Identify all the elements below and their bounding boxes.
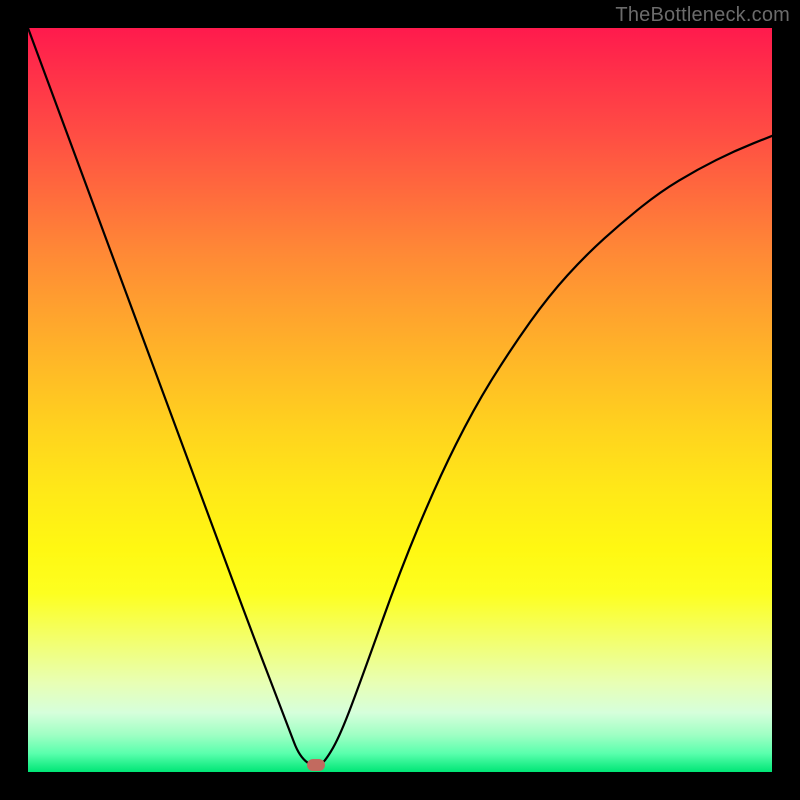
chart-frame: TheBottleneck.com [0,0,800,800]
plot-area [28,28,772,772]
curve-svg [28,28,772,772]
watermark-text: TheBottleneck.com [615,4,790,27]
optimal-point-marker [307,759,325,771]
bottleneck-curve [28,28,772,766]
